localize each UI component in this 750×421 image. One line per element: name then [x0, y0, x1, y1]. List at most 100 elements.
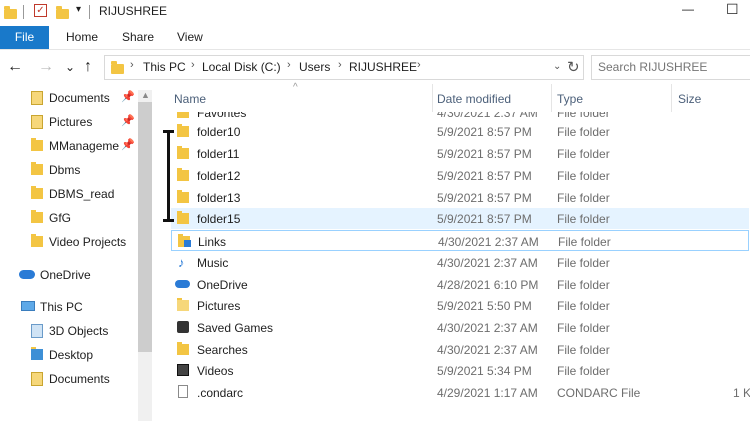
computer-icon — [21, 301, 35, 311]
tab-share[interactable]: Share — [122, 26, 154, 49]
customize-toolbar-icon[interactable]: ▾ — [76, 4, 81, 15]
nav-item-onedrive[interactable]: OneDrive — [0, 264, 140, 286]
nav-item-label: Documents — [49, 91, 110, 105]
chevron-right-icon: › — [191, 59, 195, 71]
nav-item-3d-objects[interactable]: 3D Objects — [0, 320, 140, 342]
nav-item-label: MManageme — [49, 139, 120, 153]
nav-item-this-pc[interactable]: This PC — [0, 296, 140, 318]
breadcrumb-rijushree[interactable]: RIJUSHREE — [349, 60, 417, 74]
tab-home[interactable]: Home — [66, 26, 98, 49]
nav-item-documents-pc[interactable]: Documents — [0, 368, 140, 390]
breadcrumb-local-disk[interactable]: Local Disk (C:) — [202, 60, 281, 74]
breadcrumb-this-pc[interactable]: This PC — [143, 60, 186, 74]
sort-arrow-icon: ^ — [293, 82, 298, 93]
column-divider[interactable] — [551, 84, 552, 112]
forward-button[interactable]: → — [38, 57, 54, 77]
chevron-down-icon[interactable]: ⌄ — [553, 61, 561, 72]
nav-item-label: 3D Objects — [49, 324, 109, 338]
new-folder-icon[interactable] — [56, 6, 69, 19]
file-list: ^ Name Date modified Type Size Favorites… — [153, 82, 750, 421]
table-row[interactable]: Pictures 5/9/2021 5:50 PM File folder — [171, 295, 749, 316]
file-type: File folder — [557, 299, 610, 313]
nav-item-desktop[interactable]: Desktop — [0, 344, 140, 366]
table-row[interactable]: OneDrive 4/28/2021 6:10 PM File folder — [171, 274, 749, 295]
table-row[interactable]: folder11 5/9/2021 8:57 PM File folder — [171, 143, 749, 164]
desktop-icon — [31, 347, 43, 360]
column-header-name[interactable]: Name — [174, 92, 206, 106]
folder-icon — [4, 6, 17, 19]
file-name: OneDrive — [197, 278, 248, 292]
nav-item-label: GfG — [49, 211, 72, 225]
search-box[interactable] — [591, 55, 750, 80]
file-name: .condarc — [197, 386, 244, 400]
nav-item-gfg[interactable]: GfG — [0, 207, 140, 229]
file-name: Saved Games — [197, 321, 274, 335]
table-row[interactable]: Searches 4/30/2021 2:37 AM File folder — [171, 339, 749, 360]
file-name: folder12 — [197, 169, 241, 183]
table-row[interactable]: folder13 5/9/2021 8:57 PM File folder — [171, 187, 749, 208]
file-name: Links — [198, 235, 227, 249]
folder-icon — [177, 168, 189, 181]
searches-icon — [177, 342, 189, 355]
address-bar[interactable]: › This PC › Local Disk (C:) › Users › RI… — [104, 55, 584, 80]
tab-view[interactable]: View — [177, 26, 203, 49]
column-header-type[interactable]: Type — [557, 92, 583, 106]
separator — [89, 5, 90, 19]
file-name: Favorites — [197, 112, 247, 120]
3d-objects-icon — [31, 324, 43, 338]
table-row[interactable]: .condarc 4/29/2021 1:17 AM CONDARC File … — [171, 382, 750, 403]
nav-item-dbms[interactable]: Dbms — [0, 159, 140, 181]
nav-item-video-projects[interactable]: Video Projects — [0, 231, 140, 253]
file-name: folder15 — [197, 212, 241, 226]
folder-icon — [31, 210, 43, 223]
properties-icon[interactable]: ✓ — [34, 4, 47, 17]
pin-icon[interactable]: 📌 — [121, 90, 135, 103]
videos-icon — [177, 364, 189, 376]
annotation-bracket — [167, 130, 170, 222]
column-divider[interactable] — [671, 84, 672, 112]
back-button[interactable]: ← — [7, 57, 23, 77]
folder-icon — [31, 138, 43, 151]
tab-file[interactable]: File — [0, 26, 49, 49]
nav-scrollbar[interactable]: ▲ — [138, 90, 152, 421]
table-row-focused[interactable]: Links 4/30/2021 2:37 AM File folder — [171, 230, 749, 251]
table-row-selected[interactable]: folder15 5/9/2021 8:57 PM File folder — [171, 208, 749, 229]
table-row[interactable]: Videos 5/9/2021 5:34 PM File folder — [171, 360, 749, 381]
file-type: File folder — [557, 125, 610, 139]
column-header-date[interactable]: Date modified — [437, 92, 511, 106]
nav-item-pictures[interactable]: Pictures 📌 — [0, 111, 140, 133]
file-date: 5/9/2021 8:57 PM — [437, 191, 532, 205]
refresh-button[interactable]: ↻ — [567, 58, 580, 76]
table-row[interactable]: folder12 5/9/2021 8:57 PM File folder — [171, 165, 749, 186]
pin-icon[interactable]: 📌 — [121, 114, 135, 127]
search-input[interactable] — [598, 60, 748, 74]
nav-item-documents[interactable]: Documents 📌 — [0, 87, 140, 109]
nav-item-dbms-read[interactable]: DBMS_read — [0, 183, 140, 205]
onedrive-icon — [175, 280, 190, 288]
onedrive-icon — [19, 270, 35, 279]
breadcrumb-users[interactable]: Users — [299, 60, 330, 74]
nav-item-mmanageme[interactable]: MManageme 📌 — [0, 135, 140, 157]
file-date: 4/30/2021 2:37 AM — [437, 343, 538, 357]
file-type: File folder — [557, 112, 610, 120]
pin-icon[interactable]: 📌 — [121, 138, 135, 151]
file-date: 4/28/2021 6:10 PM — [437, 278, 539, 292]
scroll-up-icon[interactable]: ▲ — [141, 90, 150, 100]
file-name: folder11 — [197, 147, 240, 161]
nav-scrollbar-thumb[interactable] — [138, 102, 152, 352]
minimize-button[interactable]: — — [682, 2, 694, 16]
table-row[interactable]: ♪ Music 4/30/2021 2:37 AM File folder — [171, 252, 749, 273]
column-header-size[interactable]: Size — [678, 92, 701, 106]
file-rows: Favorites 4/30/2021 2:37 AM File folder … — [153, 112, 750, 421]
file-date: 4/29/2021 1:17 AM — [437, 386, 538, 400]
up-button[interactable]: ↑ — [84, 57, 92, 77]
table-row[interactable]: Saved Games 4/30/2021 2:37 AM File folde… — [171, 317, 749, 338]
recent-locations-button[interactable]: ⌄ — [65, 57, 75, 77]
file-date: 4/30/2021 2:37 AM — [437, 256, 538, 270]
file-type: File folder — [557, 321, 610, 335]
column-divider[interactable] — [432, 84, 433, 112]
maximize-button[interactable]: ☐ — [726, 1, 739, 18]
file-name: Searches — [197, 343, 248, 357]
file-name: Music — [197, 256, 229, 270]
table-row[interactable]: folder10 5/9/2021 8:57 PM File folder — [171, 121, 749, 142]
